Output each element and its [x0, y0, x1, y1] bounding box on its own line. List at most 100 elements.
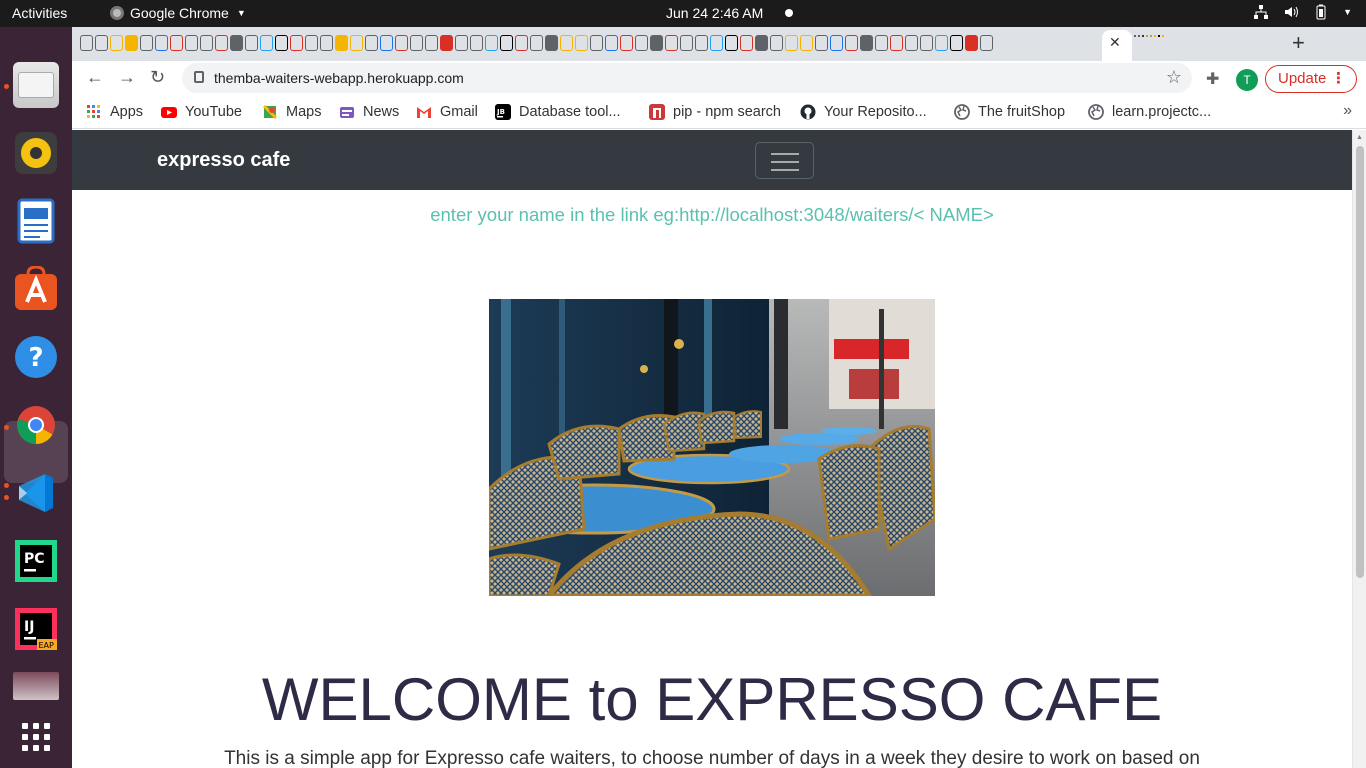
tab-favicon-icon[interactable]: [245, 35, 258, 51]
tab-favicon-icon[interactable]: [305, 35, 318, 51]
tab-favicon-icon[interactable]: [155, 35, 168, 51]
navbar-brand[interactable]: expresso cafe: [157, 149, 290, 172]
bookmark-news[interactable]: News: [339, 104, 399, 120]
tab-favicon-icon[interactable]: [335, 35, 348, 51]
tab-favicon-icon[interactable]: [95, 35, 108, 51]
tab-favicon-icon[interactable]: [935, 35, 948, 51]
tab-favicon-icon[interactable]: [440, 35, 453, 51]
activities-button[interactable]: Activities: [12, 5, 67, 21]
page-scrollbar[interactable]: ▲: [1352, 130, 1366, 768]
tab-favicons[interactable]: [80, 35, 993, 51]
tab-favicon-icon[interactable]: [770, 35, 783, 51]
tab-favicon-icon[interactable]: [590, 35, 603, 51]
scroll-up-icon[interactable]: ▲: [1356, 134, 1363, 141]
tab-favicon-icon[interactable]: [635, 35, 648, 51]
bookmark-pip-npm[interactable]: pip - npm search: [649, 104, 781, 120]
intellij-icon[interactable]: IJ EAP: [13, 606, 59, 652]
tab-favicon-icon[interactable]: [410, 35, 423, 51]
tab-favicon-icon[interactable]: [380, 35, 393, 51]
tab-favicon-icon[interactable]: [455, 35, 468, 51]
bookmark-youtube[interactable]: YouTube: [161, 104, 242, 120]
tab-favicon-icon[interactable]: [395, 35, 408, 51]
tab-favicon-icon[interactable]: [1154, 35, 1156, 37]
new-tab-icon[interactable]: +: [1292, 30, 1305, 56]
bookmark-apps[interactable]: Apps: [86, 104, 143, 120]
tab-favicon-icon[interactable]: [1134, 35, 1136, 37]
tab-favicon-icon[interactable]: [320, 35, 333, 51]
profile-avatar[interactable]: T: [1236, 69, 1258, 91]
tab-favicon-icon[interactable]: [560, 35, 573, 51]
tab-favicon-icon[interactable]: [785, 35, 798, 51]
tab-favicon-icon[interactable]: [620, 35, 633, 51]
tab-favicon-icon[interactable]: [545, 35, 558, 51]
tab-favicon-icon[interactable]: [680, 35, 693, 51]
tab-favicons-right[interactable]: [1134, 35, 1164, 37]
tab-favicon-icon[interactable]: [830, 35, 843, 51]
extensions-puzzle-icon[interactable]: ✚: [1206, 69, 1219, 89]
tab-favicon-icon[interactable]: [170, 35, 183, 51]
tab-favicon-icon[interactable]: [890, 35, 903, 51]
bookmark-star-icon[interactable]: ☆: [1166, 67, 1182, 88]
update-button[interactable]: Update ⋮: [1265, 65, 1357, 93]
rhythmbox-icon[interactable]: [13, 130, 59, 176]
tab-favicon-icon[interactable]: [260, 35, 273, 51]
tab-favicon-icon[interactable]: [695, 35, 708, 51]
close-tab-icon[interactable]: ✕: [1109, 34, 1121, 51]
tab-favicon-icon[interactable]: [485, 35, 498, 51]
tab-favicon-icon[interactable]: [725, 35, 738, 51]
reload-icon[interactable]: ↻: [150, 67, 165, 88]
tab-favicon-icon[interactable]: [1150, 35, 1152, 37]
tab-favicon-icon[interactable]: [470, 35, 483, 51]
writer-icon[interactable]: [13, 198, 59, 244]
tab-favicon-icon[interactable]: [875, 35, 888, 51]
tab-favicon-icon[interactable]: [290, 35, 303, 51]
tab-favicon-icon[interactable]: [575, 35, 588, 51]
navbar-toggler-button[interactable]: [755, 142, 814, 179]
chrome-icon[interactable]: [13, 402, 59, 448]
bookmark-fruitshop[interactable]: The fruitShop: [954, 104, 1065, 120]
tab-favicon-icon[interactable]: [185, 35, 198, 51]
tab-favicon-icon[interactable]: [140, 35, 153, 51]
tab-favicon-icon[interactable]: [950, 35, 963, 51]
tab-favicon-icon[interactable]: [1146, 35, 1148, 37]
tab-favicon-icon[interactable]: [605, 35, 618, 51]
tab-favicon-icon[interactable]: [740, 35, 753, 51]
address-bar[interactable]: themba-waiters-webapp.herokuapp.com ☆: [182, 63, 1192, 93]
tab-favicon-icon[interactable]: [350, 35, 363, 51]
tab-favicon-icon[interactable]: [1142, 35, 1144, 37]
bookmarks-overflow-icon[interactable]: »: [1343, 102, 1352, 120]
tab-favicon-icon[interactable]: [800, 35, 813, 51]
app-menu[interactable]: Google Chrome ▼: [110, 5, 246, 21]
bookmark-maps[interactable]: Maps: [262, 104, 321, 120]
tab-favicon-icon[interactable]: [365, 35, 378, 51]
files-icon[interactable]: [13, 62, 59, 108]
bookmark-repositories[interactable]: Your Reposito...: [800, 104, 927, 120]
forward-icon[interactable]: →: [118, 67, 136, 88]
tab-favicon-icon[interactable]: [425, 35, 438, 51]
tab-favicon-icon[interactable]: [920, 35, 933, 51]
tab-favicon-icon[interactable]: [815, 35, 828, 51]
tab-favicon-icon[interactable]: [200, 35, 213, 51]
tab-favicon-icon[interactable]: [845, 35, 858, 51]
bookmark-database-tool[interactable]: JB Database tool...: [495, 104, 621, 120]
tab-favicon-icon[interactable]: [1162, 35, 1164, 37]
tab-favicon-icon[interactable]: [665, 35, 678, 51]
tab-favicon-icon[interactable]: [515, 35, 528, 51]
scrollbar-thumb[interactable]: [1356, 146, 1364, 578]
tab-favicon-icon[interactable]: [125, 35, 138, 51]
tab-favicon-icon[interactable]: [275, 35, 288, 51]
tab-favicon-icon[interactable]: [215, 35, 228, 51]
tab-favicon-icon[interactable]: [110, 35, 123, 51]
url-text[interactable]: themba-waiters-webapp.herokuapp.com: [214, 70, 464, 86]
vscode-icon[interactable]: [13, 470, 59, 516]
tab-favicon-icon[interactable]: [1158, 35, 1160, 37]
tab-favicon-icon[interactable]: [1138, 35, 1140, 37]
tab-favicon-icon[interactable]: [965, 35, 978, 51]
bookmark-gmail[interactable]: Gmail: [416, 104, 478, 120]
tab-favicon-icon[interactable]: [860, 35, 873, 51]
tab-favicon-icon[interactable]: [230, 35, 243, 51]
app-grid-icon[interactable]: [13, 714, 59, 760]
lock-icon[interactable]: [194, 71, 204, 83]
tab-favicon-icon[interactable]: [80, 35, 93, 51]
pycharm-icon[interactable]: PC: [13, 538, 59, 584]
